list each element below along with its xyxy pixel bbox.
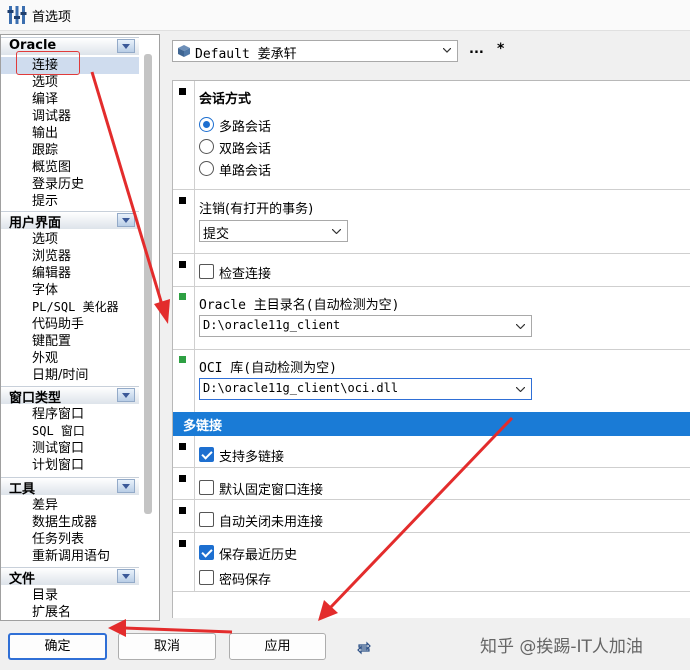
annotation-arrow-to-panel (90, 71, 165, 309)
annotation-arrows (90, 71, 514, 637)
arrow-head-icon (108, 619, 126, 637)
annotation-arrow-to-ok (123, 626, 233, 634)
arrow-head-icon (154, 299, 170, 324)
annotation-arrow-to-apply (328, 416, 514, 610)
